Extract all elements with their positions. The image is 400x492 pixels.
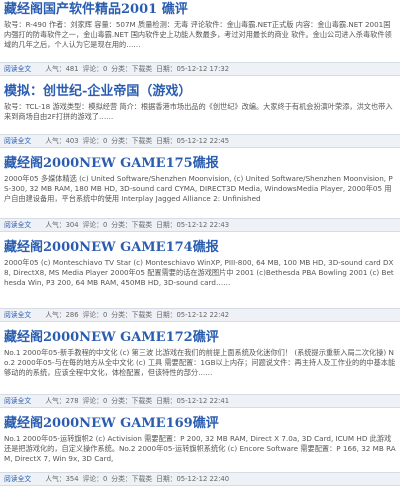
article-list: 藏经阁国产软件精品2001 礁评 软号：R-490 作者：刘家辉 容量：507M … xyxy=(0,0,400,486)
views-count: 人气：286 xyxy=(45,311,79,319)
article-summary: 2000年05 (c) Monteschiavo TV Star (c) Mon… xyxy=(4,258,394,287)
article-summary: No.1 2000年05-新手教程的中文化 (c) 第三波 比游戏在我们的前提上… xyxy=(4,348,396,377)
article-entry: 藏经阁2000NEW GAME172礁评 No.1 2000年05-新手教程的中文… xyxy=(0,328,400,414)
category-label: 分类：下载类 xyxy=(111,397,153,405)
entry-spacer xyxy=(0,486,400,492)
comments-count: 评论：0 xyxy=(82,475,108,483)
article-meta-bar: 阅读全文 人气：354 评论：0 分类：下载类 日期：05-12-12 22:40 xyxy=(0,472,400,486)
views-count: 人气：304 xyxy=(45,221,79,229)
category-label: 分类：下载类 xyxy=(111,475,153,483)
post-date: 日期：05-12-12 22:43 xyxy=(156,221,230,229)
views-count: 人气：278 xyxy=(45,397,79,405)
comments-count: 评论：0 xyxy=(82,137,108,145)
article-meta-bar: 阅读全文 人气：304 评论：0 分类：下载类 日期：05-12-12 22:43 xyxy=(0,218,400,232)
category-label: 分类：下载类 xyxy=(111,137,153,145)
views-count: 人气：481 xyxy=(45,65,79,73)
post-date: 日期：05-12-12 22:42 xyxy=(156,311,230,319)
read-full-link[interactable]: 阅读全文 xyxy=(4,221,31,229)
article-entry: 模拟：创世纪-企业帝国（游戏） 软号：TCL-18 游戏类型：模拟经营 简介：根据… xyxy=(0,82,400,154)
article-title-link[interactable]: 藏经阁2000NEW GAME172礁评 xyxy=(0,328,400,348)
article-meta-bar: 阅读全文 人气：403 评论：0 分类：下载类 日期：05-12-12 22:45 xyxy=(0,134,400,148)
views-count: 人气：403 xyxy=(45,137,79,145)
read-full-link[interactable]: 阅读全文 xyxy=(4,475,31,483)
comments-count: 评论：0 xyxy=(82,221,108,229)
post-date: 日期：05-12-12 17:32 xyxy=(156,65,230,73)
category-label: 分类：下载类 xyxy=(111,311,153,319)
read-full-link[interactable]: 阅读全文 xyxy=(4,137,31,145)
article-title-link[interactable]: 藏经阁国产软件精品2001 礁评 xyxy=(0,0,400,20)
article-summary: 软号：R-490 作者：刘家辉 容量：507M 质量检测：无毒 评论软件：金山毒… xyxy=(4,20,392,49)
article-entry: 藏经阁国产软件精品2001 礁评 软号：R-490 作者：刘家辉 容量：507M … xyxy=(0,0,400,82)
article-meta-bar: 阅读全文 人气：278 评论：0 分类：下载类 日期：05-12-12 22:41 xyxy=(0,394,400,408)
category-label: 分类：下载类 xyxy=(111,221,153,229)
article-title-link[interactable]: 藏经阁2000NEW GAME174礁报 xyxy=(0,238,400,258)
post-date: 日期：05-12-12 22:40 xyxy=(156,475,230,483)
article-summary: No.1 2000年05-运转旗帜2 (c) Activision 需要配置：P… xyxy=(4,434,396,463)
comments-count: 评论：0 xyxy=(82,311,108,319)
article-entry: 藏经阁2000NEW GAME175礁报 2000年05 多媒体精选 (c) Un… xyxy=(0,154,400,238)
article-title-link[interactable]: 藏经阁2000NEW GAME169礁评 xyxy=(0,414,400,434)
article-entry: 藏经阁2000NEW GAME174礁报 2000年05 (c) Montesch… xyxy=(0,238,400,328)
post-date: 日期：05-12-12 22:45 xyxy=(156,137,230,145)
comments-count: 评论：0 xyxy=(82,65,108,73)
article-title-link[interactable]: 模拟：创世纪-企业帝国（游戏） xyxy=(0,82,400,102)
post-date: 日期：05-12-12 22:41 xyxy=(156,397,230,405)
article-entry: 藏经阁2000NEW GAME169礁评 No.1 2000年05-运转旗帜2 (… xyxy=(0,414,400,492)
views-count: 人气：354 xyxy=(45,475,79,483)
article-summary: 软号：TCL-18 游戏类型：模拟经营 简介：根据香港市场出品的《创世纪》改编。… xyxy=(4,102,393,121)
category-label: 分类：下载类 xyxy=(111,65,153,73)
read-full-link[interactable]: 阅读全文 xyxy=(4,397,31,405)
read-full-link[interactable]: 阅读全文 xyxy=(4,311,31,319)
article-title-link[interactable]: 藏经阁2000NEW GAME175礁报 xyxy=(0,154,400,174)
article-meta-bar: 阅读全文 人气：481 评论：0 分类：下载类 日期：05-12-12 17:32 xyxy=(0,62,400,76)
comments-count: 评论：0 xyxy=(82,397,108,405)
read-full-link[interactable]: 阅读全文 xyxy=(4,65,31,73)
article-summary: 2000年05 多媒体精选 (c) United Software/Shenzh… xyxy=(4,174,393,203)
article-meta-bar: 阅读全文 人气：286 评论：0 分类：下载类 日期：05-12-12 22:42 xyxy=(0,308,400,322)
